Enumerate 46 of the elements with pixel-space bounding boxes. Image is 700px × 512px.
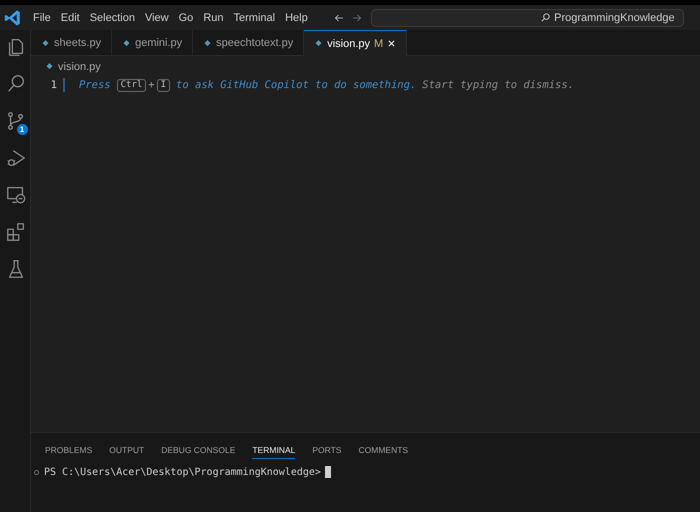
- vscode-logo-icon: [4, 8, 22, 26]
- search-icon: [540, 12, 552, 23]
- dismiss-hint: Start typing to dismiss.: [422, 79, 574, 91]
- modified-indicator: M: [374, 38, 384, 50]
- python-file-icon: [41, 38, 50, 48]
- back-arrow-icon[interactable]: [332, 12, 345, 24]
- menu-item[interactable]: View: [140, 10, 174, 26]
- tab-label: sheets.py: [54, 37, 102, 49]
- tab-label: speechtotext.py: [216, 37, 294, 49]
- menu-item[interactable]: Terminal: [228, 10, 280, 26]
- menu-item[interactable]: Help: [280, 10, 313, 26]
- keyboard-key: I: [156, 78, 170, 92]
- line-number: 1: [31, 78, 65, 92]
- status-circle-icon: [33, 468, 40, 476]
- extensions-icon[interactable]: [5, 221, 27, 243]
- breadcrumb-item[interactable]: vision.py: [58, 60, 101, 72]
- menu-item[interactable]: Selection: [84, 10, 140, 26]
- hint-text: to ask GitHub Copilot to do something.: [176, 79, 416, 91]
- menu-item[interactable]: Run: [198, 10, 228, 26]
- panel-tab[interactable]: TERMINAL: [252, 442, 296, 458]
- close-icon[interactable]: [387, 39, 396, 48]
- panel-tab[interactable]: PORTS: [312, 442, 342, 458]
- python-file-icon: [45, 62, 54, 71]
- run-debug-icon[interactable]: [5, 147, 27, 169]
- panel-tab[interactable]: COMMENTS: [358, 442, 408, 458]
- keyboard-key: Ctrl: [116, 78, 146, 92]
- panel-tab[interactable]: DEBUG CONSOLE: [161, 442, 236, 458]
- menu-item[interactable]: Go: [174, 10, 198, 26]
- python-file-icon: [122, 38, 132, 48]
- plus-sign: +: [148, 79, 155, 91]
- monitor-icon[interactable]: [5, 184, 27, 206]
- panel-tab[interactable]: OUTPUT: [109, 442, 144, 458]
- tab-label: vision.py: [327, 38, 370, 50]
- tab-label: gemini.py: [135, 37, 182, 49]
- terminal-prompt: PS C:\Users\Acer\Desktop\ProgrammingKnowledge>: [44, 466, 321, 478]
- editor-tab[interactable]: vision.py M: [304, 30, 408, 56]
- panel-tab[interactable]: PROBLEMS: [45, 442, 92, 458]
- count-badge: 1: [16, 124, 28, 135]
- python-file-icon: [314, 39, 324, 48]
- menu-item[interactable]: File: [28, 10, 56, 26]
- command-center-search[interactable]: ProgrammingKnowledge: [370, 8, 684, 26]
- forward-arrow-icon[interactable]: [350, 12, 363, 24]
- python-file-icon: [203, 38, 212, 48]
- terminal-cursor: [324, 466, 331, 478]
- hint-text: Press: [79, 79, 111, 91]
- menu-item[interactable]: Edit: [56, 10, 85, 26]
